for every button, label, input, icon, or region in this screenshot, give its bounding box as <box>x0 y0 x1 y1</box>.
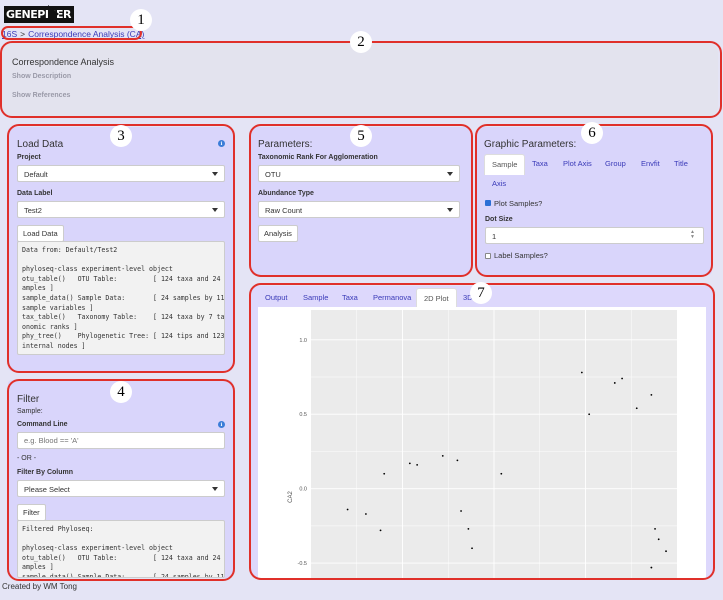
callout-number-4: 4 <box>110 381 132 403</box>
logo-arrow-icon <box>48 5 59 23</box>
callout-box-3 <box>7 124 235 373</box>
callout-number-5: 5 <box>350 125 372 147</box>
callout-box-7 <box>249 283 715 580</box>
callout-number-7: 7 <box>470 282 492 304</box>
callout-box-6 <box>475 124 713 277</box>
callout-box-4 <box>7 379 235 581</box>
callout-box-1 <box>1 26 142 40</box>
callout-number-1: 1 <box>130 9 152 31</box>
callout-number-3: 3 <box>110 125 132 147</box>
app-logo[interactable]: GENEPIPER <box>4 2 74 26</box>
callout-number-2: 2 <box>350 31 372 53</box>
footer-credit: Created by WM Tong <box>2 582 77 591</box>
callout-number-6: 6 <box>581 122 603 144</box>
logo-text: GENEPIPER <box>4 6 74 23</box>
